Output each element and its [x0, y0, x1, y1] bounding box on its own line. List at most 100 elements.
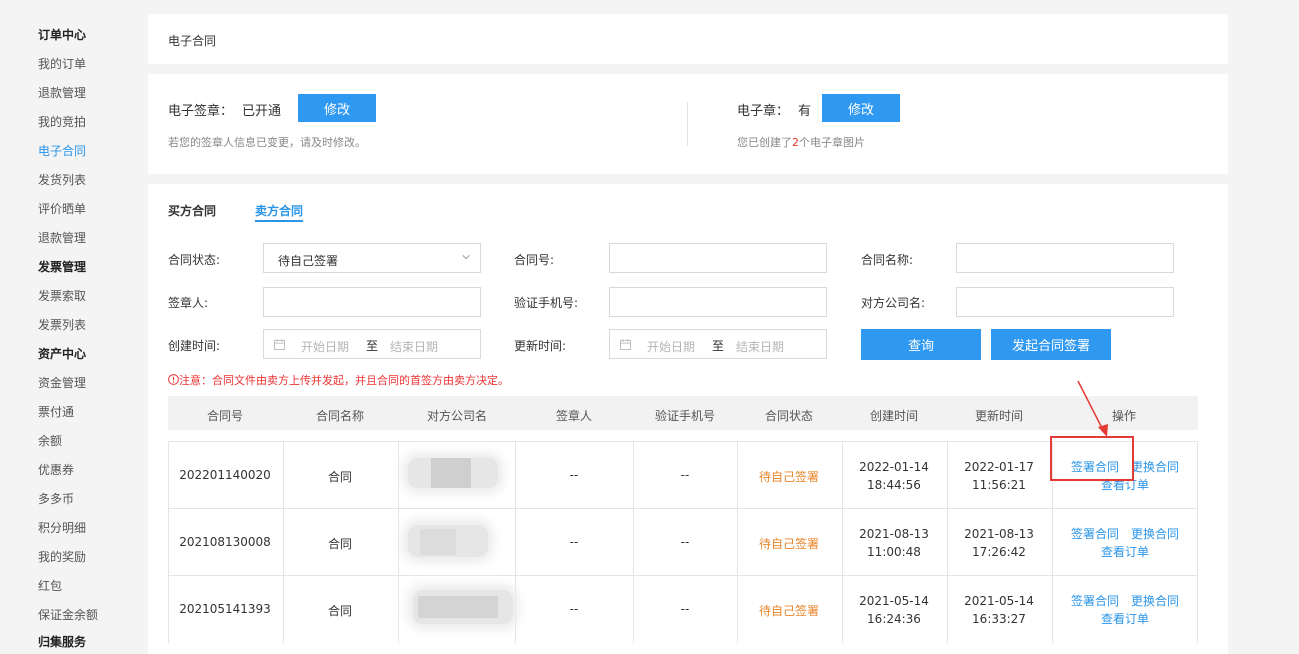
cell-divider	[283, 442, 284, 509]
sidebar-item-my-orders[interactable]: 我的订单	[38, 57, 86, 71]
replace-contract-link[interactable]: 更换合同	[1131, 458, 1179, 476]
replace-contract-link[interactable]: 更换合同	[1131, 525, 1179, 543]
sidebar: 订单中心 我的订单 退款管理 我的竞拍 电子合同 发货列表 评价晒单 退款管理 …	[0, 0, 140, 649]
signer-label: 签章人:	[168, 296, 209, 310]
cell-divider	[1197, 576, 1198, 643]
updated-time: 11:56:21	[972, 478, 1026, 492]
sidebar-heading-orders: 订单中心	[38, 28, 87, 42]
updated-date-range[interactable]: 开始日期 至 结束日期	[609, 329, 827, 359]
replace-contract-link[interactable]: 更换合同	[1131, 592, 1179, 610]
status-badge: 待自己签署	[758, 537, 820, 551]
sidebar-item-refunds-2[interactable]: 退款管理	[38, 231, 86, 245]
cell-divider	[633, 509, 634, 576]
sidebar-heading-collection: 归集服务	[38, 635, 87, 649]
contract-name-input[interactable]	[956, 243, 1174, 273]
sidebar-item-points[interactable]: 积分明细	[38, 521, 86, 535]
contract-name: 合同	[327, 537, 353, 551]
verify-phone: --	[680, 602, 690, 616]
col-contract-name: 合同名称	[315, 409, 365, 423]
estamp-hint-suffix: 个电子章图片	[799, 136, 865, 149]
cell-divider	[947, 442, 948, 509]
esign-hint: 若您的签章人信息已变更，请及时修改。	[168, 136, 366, 149]
sidebar-item-red-packets[interactable]: 红包	[38, 579, 62, 593]
verify-phone-input[interactable]	[609, 287, 827, 317]
cell-divider	[1052, 576, 1053, 643]
sidebar-item-e-contract[interactable]: 电子合同	[38, 144, 86, 158]
estamp-modify-button[interactable]: 修改	[822, 94, 900, 122]
sidebar-item-deposit-balance[interactable]: 保证金余额	[38, 608, 98, 622]
cell-divider	[737, 576, 738, 643]
cell-divider	[168, 442, 169, 509]
sidebar-item-balance[interactable]: 余额	[38, 434, 62, 448]
sidebar-item-piaofutong[interactable]: 票付通	[38, 405, 74, 419]
sidebar-item-invoice-request[interactable]: 发票索取	[38, 289, 86, 303]
col-status: 合同状态	[764, 409, 814, 423]
contract-no-input[interactable]	[609, 243, 827, 273]
cell-divider	[633, 576, 634, 643]
estamp-label: 电子章：	[737, 104, 790, 119]
sidebar-item-rewards[interactable]: 我的奖励	[38, 550, 86, 564]
cell-divider	[398, 576, 399, 643]
view-order-link[interactable]: 查看订单	[1101, 543, 1149, 561]
updated-time-label: 更新时间:	[514, 339, 567, 353]
exclamation-circle-icon	[168, 374, 179, 385]
cell-divider	[515, 509, 516, 576]
updated-start-placeholder: 开始日期	[647, 340, 696, 354]
view-order-link[interactable]: 查看订单	[1101, 610, 1149, 628]
sidebar-item-funds[interactable]: 资金管理	[38, 376, 86, 390]
seal-settings-panel: 电子签章： 已开通 修改 若您的签章人信息已变更，请及时修改。 电子章： 有 修…	[148, 74, 1228, 174]
created-time-label: 创建时间:	[168, 339, 221, 353]
contract-no: 202108130008	[179, 535, 271, 549]
cell-divider	[842, 509, 843, 576]
counterparty-label: 对方公司名:	[861, 296, 926, 310]
sidebar-item-invoice-list[interactable]: 发票列表	[38, 318, 86, 332]
cell-divider	[515, 442, 516, 509]
cell-divider	[947, 576, 948, 643]
estamp-hint: 您已创建了2个电子章图片	[737, 134, 865, 150]
sign-contract-link[interactable]: 签署合同	[1071, 592, 1119, 610]
updated-date: 2022-01-17	[964, 460, 1034, 474]
verify-phone: --	[680, 468, 690, 482]
sidebar-heading-assets: 资产中心	[38, 347, 87, 361]
tab-buyer-contracts[interactable]: 买方合同	[168, 202, 216, 219]
cell-divider	[168, 576, 169, 643]
contract-no: 202105141393	[179, 602, 271, 616]
redacted-company-mark	[420, 529, 456, 555]
initiate-sign-button[interactable]: 发起合同签署	[991, 329, 1111, 360]
status-select[interactable]: 待自己签署	[263, 243, 481, 273]
tab-active-indicator	[255, 220, 303, 222]
col-created: 创建时间	[869, 409, 919, 423]
sidebar-item-coupons[interactable]: 优惠券	[38, 463, 74, 477]
col-signer: 签章人	[555, 409, 593, 423]
cell-divider	[1197, 442, 1198, 509]
query-button[interactable]: 查询	[861, 329, 981, 360]
signer-input[interactable]	[263, 287, 481, 317]
updated-time: 17:26:42	[972, 545, 1026, 559]
calendar-icon	[620, 339, 631, 350]
counterparty-input[interactable]	[956, 287, 1174, 317]
annotation-highlight-box	[1050, 436, 1134, 481]
esign-modify-button[interactable]: 修改	[298, 94, 376, 122]
cell-divider	[842, 442, 843, 509]
contract-name-label: 合同名称:	[861, 253, 914, 267]
sidebar-item-my-auctions[interactable]: 我的竞拍	[38, 115, 86, 129]
sidebar-item-duoduo-coins[interactable]: 多多币	[38, 492, 74, 506]
created-date: 2021-05-14	[859, 594, 929, 608]
created-date-range[interactable]: 开始日期 至 结束日期	[263, 329, 481, 359]
table-row: 202201140020 合同 -- -- 待自己签署 2022-01-14 1…	[168, 441, 1198, 509]
tab-seller-contracts[interactable]: 卖方合同	[255, 202, 303, 219]
esign-status: 已开通	[242, 104, 282, 119]
cell-divider	[168, 509, 169, 576]
updated-range-separator: 至	[712, 339, 725, 353]
cell-divider	[398, 509, 399, 576]
sidebar-item-refunds[interactable]: 退款管理	[38, 86, 86, 100]
sidebar-item-reviews[interactable]: 评价晒单	[38, 202, 86, 216]
verify-phone-label: 验证手机号:	[514, 296, 579, 310]
created-range-separator: 至	[366, 339, 379, 353]
status-badge: 待自己签署	[758, 604, 820, 618]
notice: 注意：合同文件由卖方上传并发起，并且合同的首签方由卖方决定。	[168, 372, 509, 388]
cell-divider	[737, 442, 738, 509]
sidebar-item-shipping-list[interactable]: 发货列表	[38, 173, 86, 187]
status-badge: 待自己签署	[758, 470, 820, 484]
sign-contract-link[interactable]: 签署合同	[1071, 525, 1119, 543]
